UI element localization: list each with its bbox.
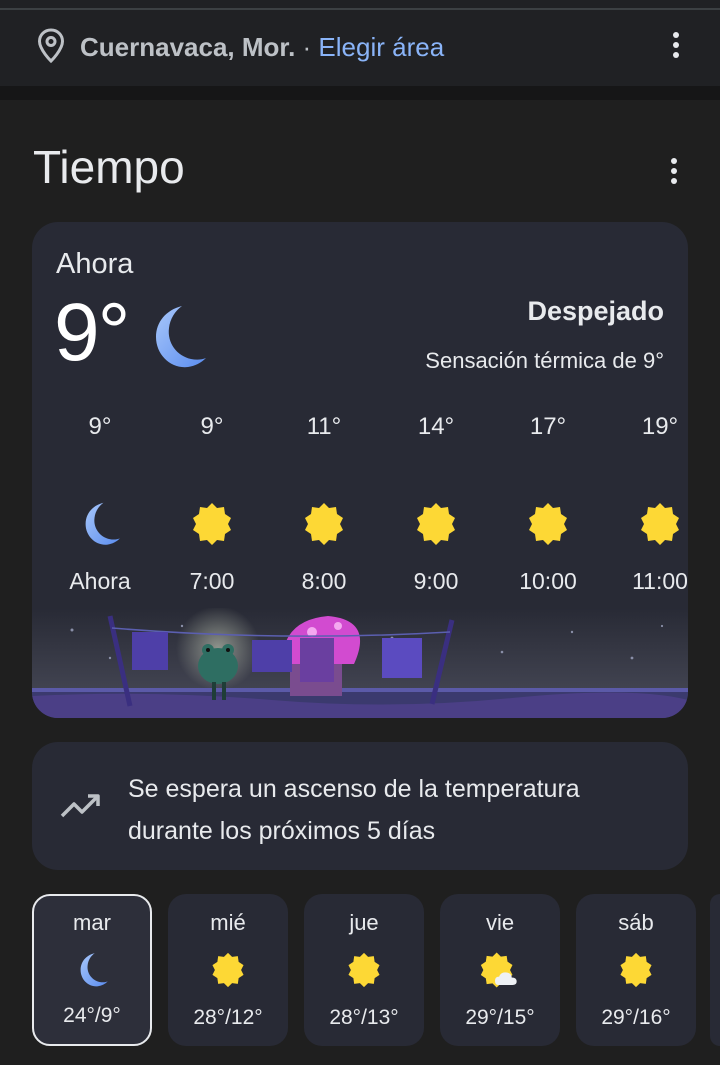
hourly-time: 10:00 <box>519 568 577 594</box>
sun-icon <box>156 494 268 554</box>
day-name: sáb <box>618 910 654 935</box>
hourly-time: 8:00 <box>301 568 347 594</box>
night-scene-illustration <box>32 608 688 718</box>
day-card[interactable]: jue 28°/13° <box>304 894 424 1046</box>
day-temp-range: 24°/9° <box>63 1004 121 1027</box>
hourly-temp: 19° <box>641 413 679 440</box>
day-card-selected[interactable]: mar 24°/9° <box>32 894 152 1046</box>
day-temp-range: 28°/12° <box>193 1006 263 1029</box>
location-more-menu-icon[interactable] <box>673 32 679 58</box>
sun-cloud-icon <box>440 948 560 992</box>
day-temp-range: 29°/16° <box>601 1006 671 1029</box>
hourly-temp: 11° <box>306 413 342 440</box>
sun-icon <box>168 948 288 992</box>
day-card-partial[interactable] <box>710 894 720 1046</box>
top-divider <box>0 0 720 10</box>
change-area-link[interactable]: Elegir área <box>318 32 444 62</box>
day-card[interactable]: mié 28°/12° <box>168 894 288 1046</box>
sun-icon <box>604 494 688 554</box>
hourly-temp: 17° <box>529 413 567 440</box>
day-name: mar <box>73 910 111 935</box>
moon-icon <box>142 302 212 377</box>
weather-title: Tiempo <box>33 141 185 193</box>
day-name: jue <box>349 910 379 935</box>
hourly-time: 7:00 <box>189 568 235 594</box>
sun-icon <box>304 948 424 992</box>
location-bar: Cuernavaca, Mor. · Elegir área <box>0 10 720 86</box>
section-gap <box>0 86 720 100</box>
hourly-temp: 14° <box>417 413 455 440</box>
current-weather-card[interactable]: Ahora 9° Despejado Sensación térmica de … <box>32 222 688 718</box>
day-card[interactable]: sáb 29°/16° <box>576 894 696 1046</box>
hourly-time: 11:00 <box>632 568 688 594</box>
current-label: Ahora <box>56 248 134 280</box>
hourly-item[interactable]: 9° 7:00 <box>156 412 268 595</box>
moon-icon <box>34 948 150 992</box>
hourly-item[interactable]: 14° 9:00 <box>380 412 492 595</box>
sun-icon <box>576 948 696 992</box>
trend-text: Se espera un ascenso de la temperatura d… <box>128 775 580 845</box>
hourly-time: Ahora <box>69 568 131 594</box>
hourly-temp: 9° <box>200 413 224 440</box>
location-separator: · <box>295 32 319 62</box>
day-name: mié <box>210 910 246 935</box>
moon-icon <box>44 494 156 554</box>
hourly-time: 9:00 <box>413 568 459 594</box>
sun-icon <box>380 494 492 554</box>
hourly-temp: 9° <box>88 413 112 440</box>
day-temp-range: 28°/13° <box>329 1006 399 1029</box>
temperature-trend-card[interactable]: Se espera un ascenso de la temperatura d… <box>32 742 688 870</box>
location-city: Cuernavaca, Mor. <box>80 32 296 62</box>
day-temp-range: 29°/15° <box>465 1006 535 1029</box>
feels-like: Sensación térmica de 9° <box>425 348 664 373</box>
hourly-item[interactable]: 9° Ahora <box>44 412 156 595</box>
hourly-item[interactable]: 11° 8:00 <box>268 412 380 595</box>
hourly-item[interactable]: 19° 11:00 <box>604 412 688 595</box>
sun-icon <box>492 494 604 554</box>
day-name: vie <box>485 910 515 935</box>
current-temperature: 9° <box>54 287 130 378</box>
current-condition: Despejado <box>527 296 664 326</box>
trending-up-icon <box>60 792 102 825</box>
hourly-item[interactable]: 17° 10:00 <box>492 412 604 595</box>
weather-more-menu-icon[interactable] <box>671 158 677 184</box>
day-card[interactable]: vie 29°/15° <box>440 894 560 1046</box>
location-text: Cuernavaca, Mor. · Elegir área <box>80 30 444 64</box>
sun-icon <box>268 494 380 554</box>
location-pin-icon <box>36 28 66 69</box>
